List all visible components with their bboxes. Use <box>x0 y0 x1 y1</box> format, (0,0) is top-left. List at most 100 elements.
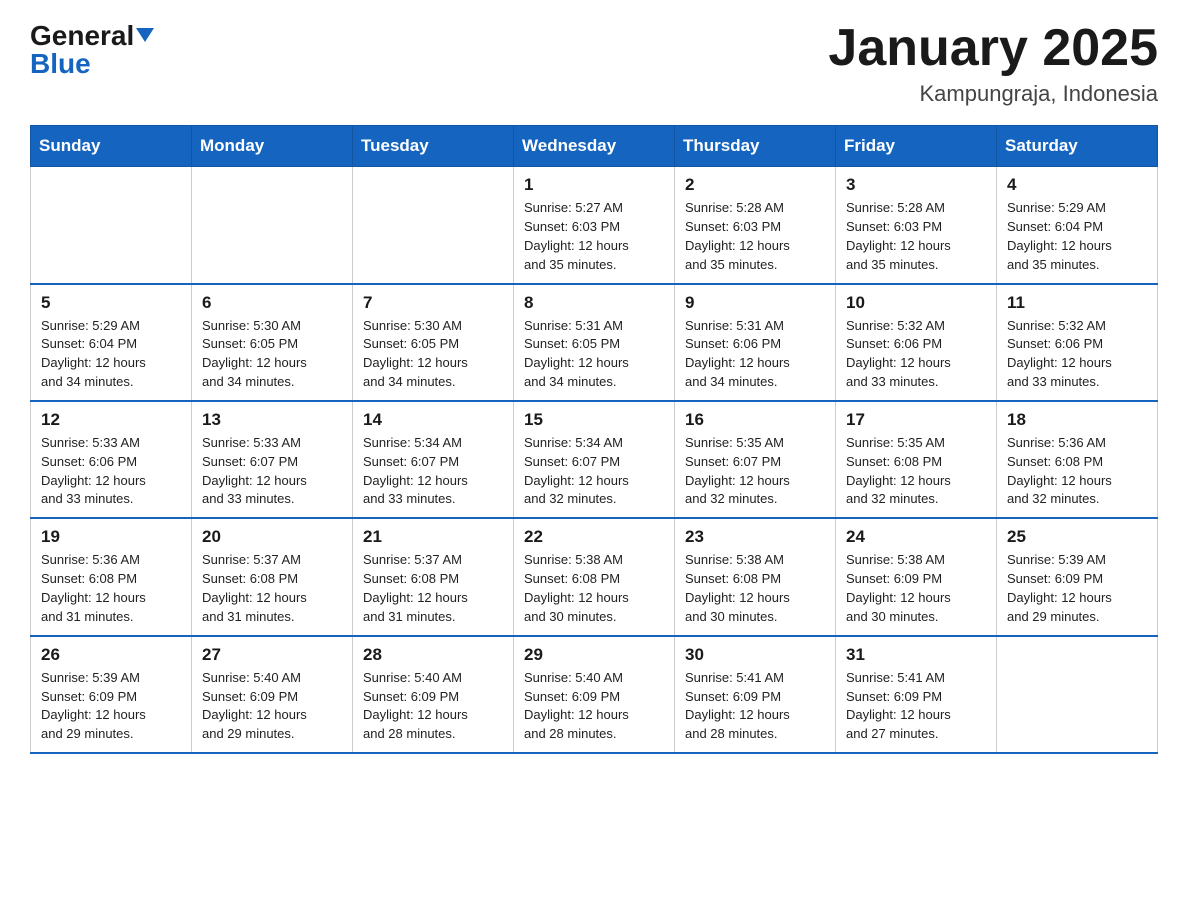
calendar-cell: 2 Sunrise: 5:28 AM Sunset: 6:03 PM Daylig… <box>675 167 836 284</box>
day-info: Sunrise: 5:38 AM Sunset: 6:08 PM Dayligh… <box>685 551 825 626</box>
calendar-header-sunday: Sunday <box>31 126 192 167</box>
calendar-cell: 29Sunrise: 5:40 AM Sunset: 6:09 PM Dayli… <box>514 636 675 753</box>
day-info: Sunrise: 5:39 AM Sunset: 6:09 PM Dayligh… <box>41 669 181 744</box>
day-info: Sunrise: 5:38 AM Sunset: 6:08 PM Dayligh… <box>524 551 664 626</box>
day-number: 26 <box>41 645 181 665</box>
day-info: Sunrise: 5:28 AM Sunset: 6:03 PM Dayligh… <box>846 199 986 274</box>
day-info: Sunrise: 5:31 AM Sunset: 6:05 PM Dayligh… <box>524 317 664 392</box>
calendar-week-row: 5Sunrise: 5:29 AM Sunset: 6:04 PM Daylig… <box>31 284 1158 401</box>
day-number: 11 <box>1007 293 1147 313</box>
day-number: 9 <box>685 293 825 313</box>
day-number: 6 <box>202 293 342 313</box>
calendar-cell: 10 Sunrise: 5:32 AM Sunset: 6:06 PM Dayli… <box>836 284 997 401</box>
day-info: Sunrise: 5:41 AM Sunset: 6:09 PM Dayligh… <box>685 669 825 744</box>
day-info: Sunrise: 5:34 AM Sunset: 6:07 PM Dayligh… <box>363 434 503 509</box>
calendar-cell: 18 Sunrise: 5:36 AM Sunset: 6:08 PM Dayli… <box>997 401 1158 518</box>
day-number: 14 <box>363 410 503 430</box>
calendar-cell: 24Sunrise: 5:38 AM Sunset: 6:09 PM Dayli… <box>836 518 997 635</box>
calendar-cell: 25 Sunrise: 5:39 AM Sunset: 6:09 PM Dayli… <box>997 518 1158 635</box>
calendar-week-row: 1 Sunrise: 5:27 AM Sunset: 6:03 PM Daylig… <box>31 167 1158 284</box>
calendar-cell: 26 Sunrise: 5:39 AM Sunset: 6:09 PM Dayli… <box>31 636 192 753</box>
logo: General Blue <box>30 20 154 80</box>
calendar-cell: 31 Sunrise: 5:41 AM Sunset: 6:09 PM Dayli… <box>836 636 997 753</box>
day-number: 15 <box>524 410 664 430</box>
calendar-header-saturday: Saturday <box>997 126 1158 167</box>
day-number: 12 <box>41 410 181 430</box>
day-number: 30 <box>685 645 825 665</box>
calendar-cell: 17Sunrise: 5:35 AM Sunset: 6:08 PM Dayli… <box>836 401 997 518</box>
calendar-cell: 19 Sunrise: 5:36 AM Sunset: 6:08 PM Dayli… <box>31 518 192 635</box>
calendar-cell: 11Sunrise: 5:32 AM Sunset: 6:06 PM Dayli… <box>997 284 1158 401</box>
day-info: Sunrise: 5:39 AM Sunset: 6:09 PM Dayligh… <box>1007 551 1147 626</box>
day-number: 2 <box>685 175 825 195</box>
day-number: 24 <box>846 527 986 547</box>
day-number: 7 <box>363 293 503 313</box>
day-info: Sunrise: 5:34 AM Sunset: 6:07 PM Dayligh… <box>524 434 664 509</box>
day-info: Sunrise: 5:40 AM Sunset: 6:09 PM Dayligh… <box>524 669 664 744</box>
day-number: 1 <box>524 175 664 195</box>
calendar-table: SundayMondayTuesdayWednesdayThursdayFrid… <box>30 125 1158 754</box>
day-number: 19 <box>41 527 181 547</box>
logo-triangle-icon <box>136 28 154 42</box>
day-number: 4 <box>1007 175 1147 195</box>
day-number: 27 <box>202 645 342 665</box>
day-number: 16 <box>685 410 825 430</box>
day-info: Sunrise: 5:40 AM Sunset: 6:09 PM Dayligh… <box>202 669 342 744</box>
calendar-cell: 15 Sunrise: 5:34 AM Sunset: 6:07 PM Dayli… <box>514 401 675 518</box>
day-info: Sunrise: 5:30 AM Sunset: 6:05 PM Dayligh… <box>202 317 342 392</box>
day-info: Sunrise: 5:40 AM Sunset: 6:09 PM Dayligh… <box>363 669 503 744</box>
calendar-cell: 23 Sunrise: 5:38 AM Sunset: 6:08 PM Dayli… <box>675 518 836 635</box>
day-info: Sunrise: 5:27 AM Sunset: 6:03 PM Dayligh… <box>524 199 664 274</box>
logo-blue-text: Blue <box>30 48 91 80</box>
calendar-header-thursday: Thursday <box>675 126 836 167</box>
calendar-cell <box>353 167 514 284</box>
calendar-week-row: 26 Sunrise: 5:39 AM Sunset: 6:09 PM Dayli… <box>31 636 1158 753</box>
calendar-cell: 16Sunrise: 5:35 AM Sunset: 6:07 PM Dayli… <box>675 401 836 518</box>
calendar-cell: 12Sunrise: 5:33 AM Sunset: 6:06 PM Dayli… <box>31 401 192 518</box>
day-number: 20 <box>202 527 342 547</box>
day-info: Sunrise: 5:37 AM Sunset: 6:08 PM Dayligh… <box>202 551 342 626</box>
calendar-subtitle: Kampungraja, Indonesia <box>828 81 1158 107</box>
calendar-cell: 7Sunrise: 5:30 AM Sunset: 6:05 PM Daylig… <box>353 284 514 401</box>
day-info: Sunrise: 5:32 AM Sunset: 6:06 PM Dayligh… <box>846 317 986 392</box>
calendar-title: January 2025 <box>828 20 1158 77</box>
day-number: 17 <box>846 410 986 430</box>
calendar-cell: 6 Sunrise: 5:30 AM Sunset: 6:05 PM Daylig… <box>192 284 353 401</box>
calendar-cell: 9 Sunrise: 5:31 AM Sunset: 6:06 PM Daylig… <box>675 284 836 401</box>
page-header: General Blue January 2025 Kampungraja, I… <box>30 20 1158 107</box>
day-info: Sunrise: 5:29 AM Sunset: 6:04 PM Dayligh… <box>1007 199 1147 274</box>
calendar-cell: 3 Sunrise: 5:28 AM Sunset: 6:03 PM Daylig… <box>836 167 997 284</box>
calendar-cell: 20 Sunrise: 5:37 AM Sunset: 6:08 PM Dayli… <box>192 518 353 635</box>
day-number: 8 <box>524 293 664 313</box>
day-number: 23 <box>685 527 825 547</box>
day-info: Sunrise: 5:31 AM Sunset: 6:06 PM Dayligh… <box>685 317 825 392</box>
day-info: Sunrise: 5:41 AM Sunset: 6:09 PM Dayligh… <box>846 669 986 744</box>
day-info: Sunrise: 5:28 AM Sunset: 6:03 PM Dayligh… <box>685 199 825 274</box>
calendar-cell: 28 Sunrise: 5:40 AM Sunset: 6:09 PM Dayli… <box>353 636 514 753</box>
title-block: January 2025 Kampungraja, Indonesia <box>828 20 1158 107</box>
calendar-cell: 4 Sunrise: 5:29 AM Sunset: 6:04 PM Daylig… <box>997 167 1158 284</box>
day-info: Sunrise: 5:36 AM Sunset: 6:08 PM Dayligh… <box>1007 434 1147 509</box>
calendar-week-row: 19 Sunrise: 5:36 AM Sunset: 6:08 PM Dayli… <box>31 518 1158 635</box>
calendar-cell: 14 Sunrise: 5:34 AM Sunset: 6:07 PM Dayli… <box>353 401 514 518</box>
calendar-header-tuesday: Tuesday <box>353 126 514 167</box>
calendar-cell: 8 Sunrise: 5:31 AM Sunset: 6:05 PM Daylig… <box>514 284 675 401</box>
day-number: 3 <box>846 175 986 195</box>
day-number: 18 <box>1007 410 1147 430</box>
calendar-cell <box>31 167 192 284</box>
day-info: Sunrise: 5:36 AM Sunset: 6:08 PM Dayligh… <box>41 551 181 626</box>
calendar-cell: 5Sunrise: 5:29 AM Sunset: 6:04 PM Daylig… <box>31 284 192 401</box>
calendar-cell: 27 Sunrise: 5:40 AM Sunset: 6:09 PM Dayli… <box>192 636 353 753</box>
day-info: Sunrise: 5:37 AM Sunset: 6:08 PM Dayligh… <box>363 551 503 626</box>
day-number: 28 <box>363 645 503 665</box>
calendar-week-row: 12Sunrise: 5:33 AM Sunset: 6:06 PM Dayli… <box>31 401 1158 518</box>
calendar-header-row: SundayMondayTuesdayWednesdayThursdayFrid… <box>31 126 1158 167</box>
day-number: 13 <box>202 410 342 430</box>
day-info: Sunrise: 5:29 AM Sunset: 6:04 PM Dayligh… <box>41 317 181 392</box>
calendar-cell: 30 Sunrise: 5:41 AM Sunset: 6:09 PM Dayli… <box>675 636 836 753</box>
day-number: 31 <box>846 645 986 665</box>
calendar-cell: 21Sunrise: 5:37 AM Sunset: 6:08 PM Dayli… <box>353 518 514 635</box>
day-number: 25 <box>1007 527 1147 547</box>
day-number: 10 <box>846 293 986 313</box>
calendar-header-monday: Monday <box>192 126 353 167</box>
